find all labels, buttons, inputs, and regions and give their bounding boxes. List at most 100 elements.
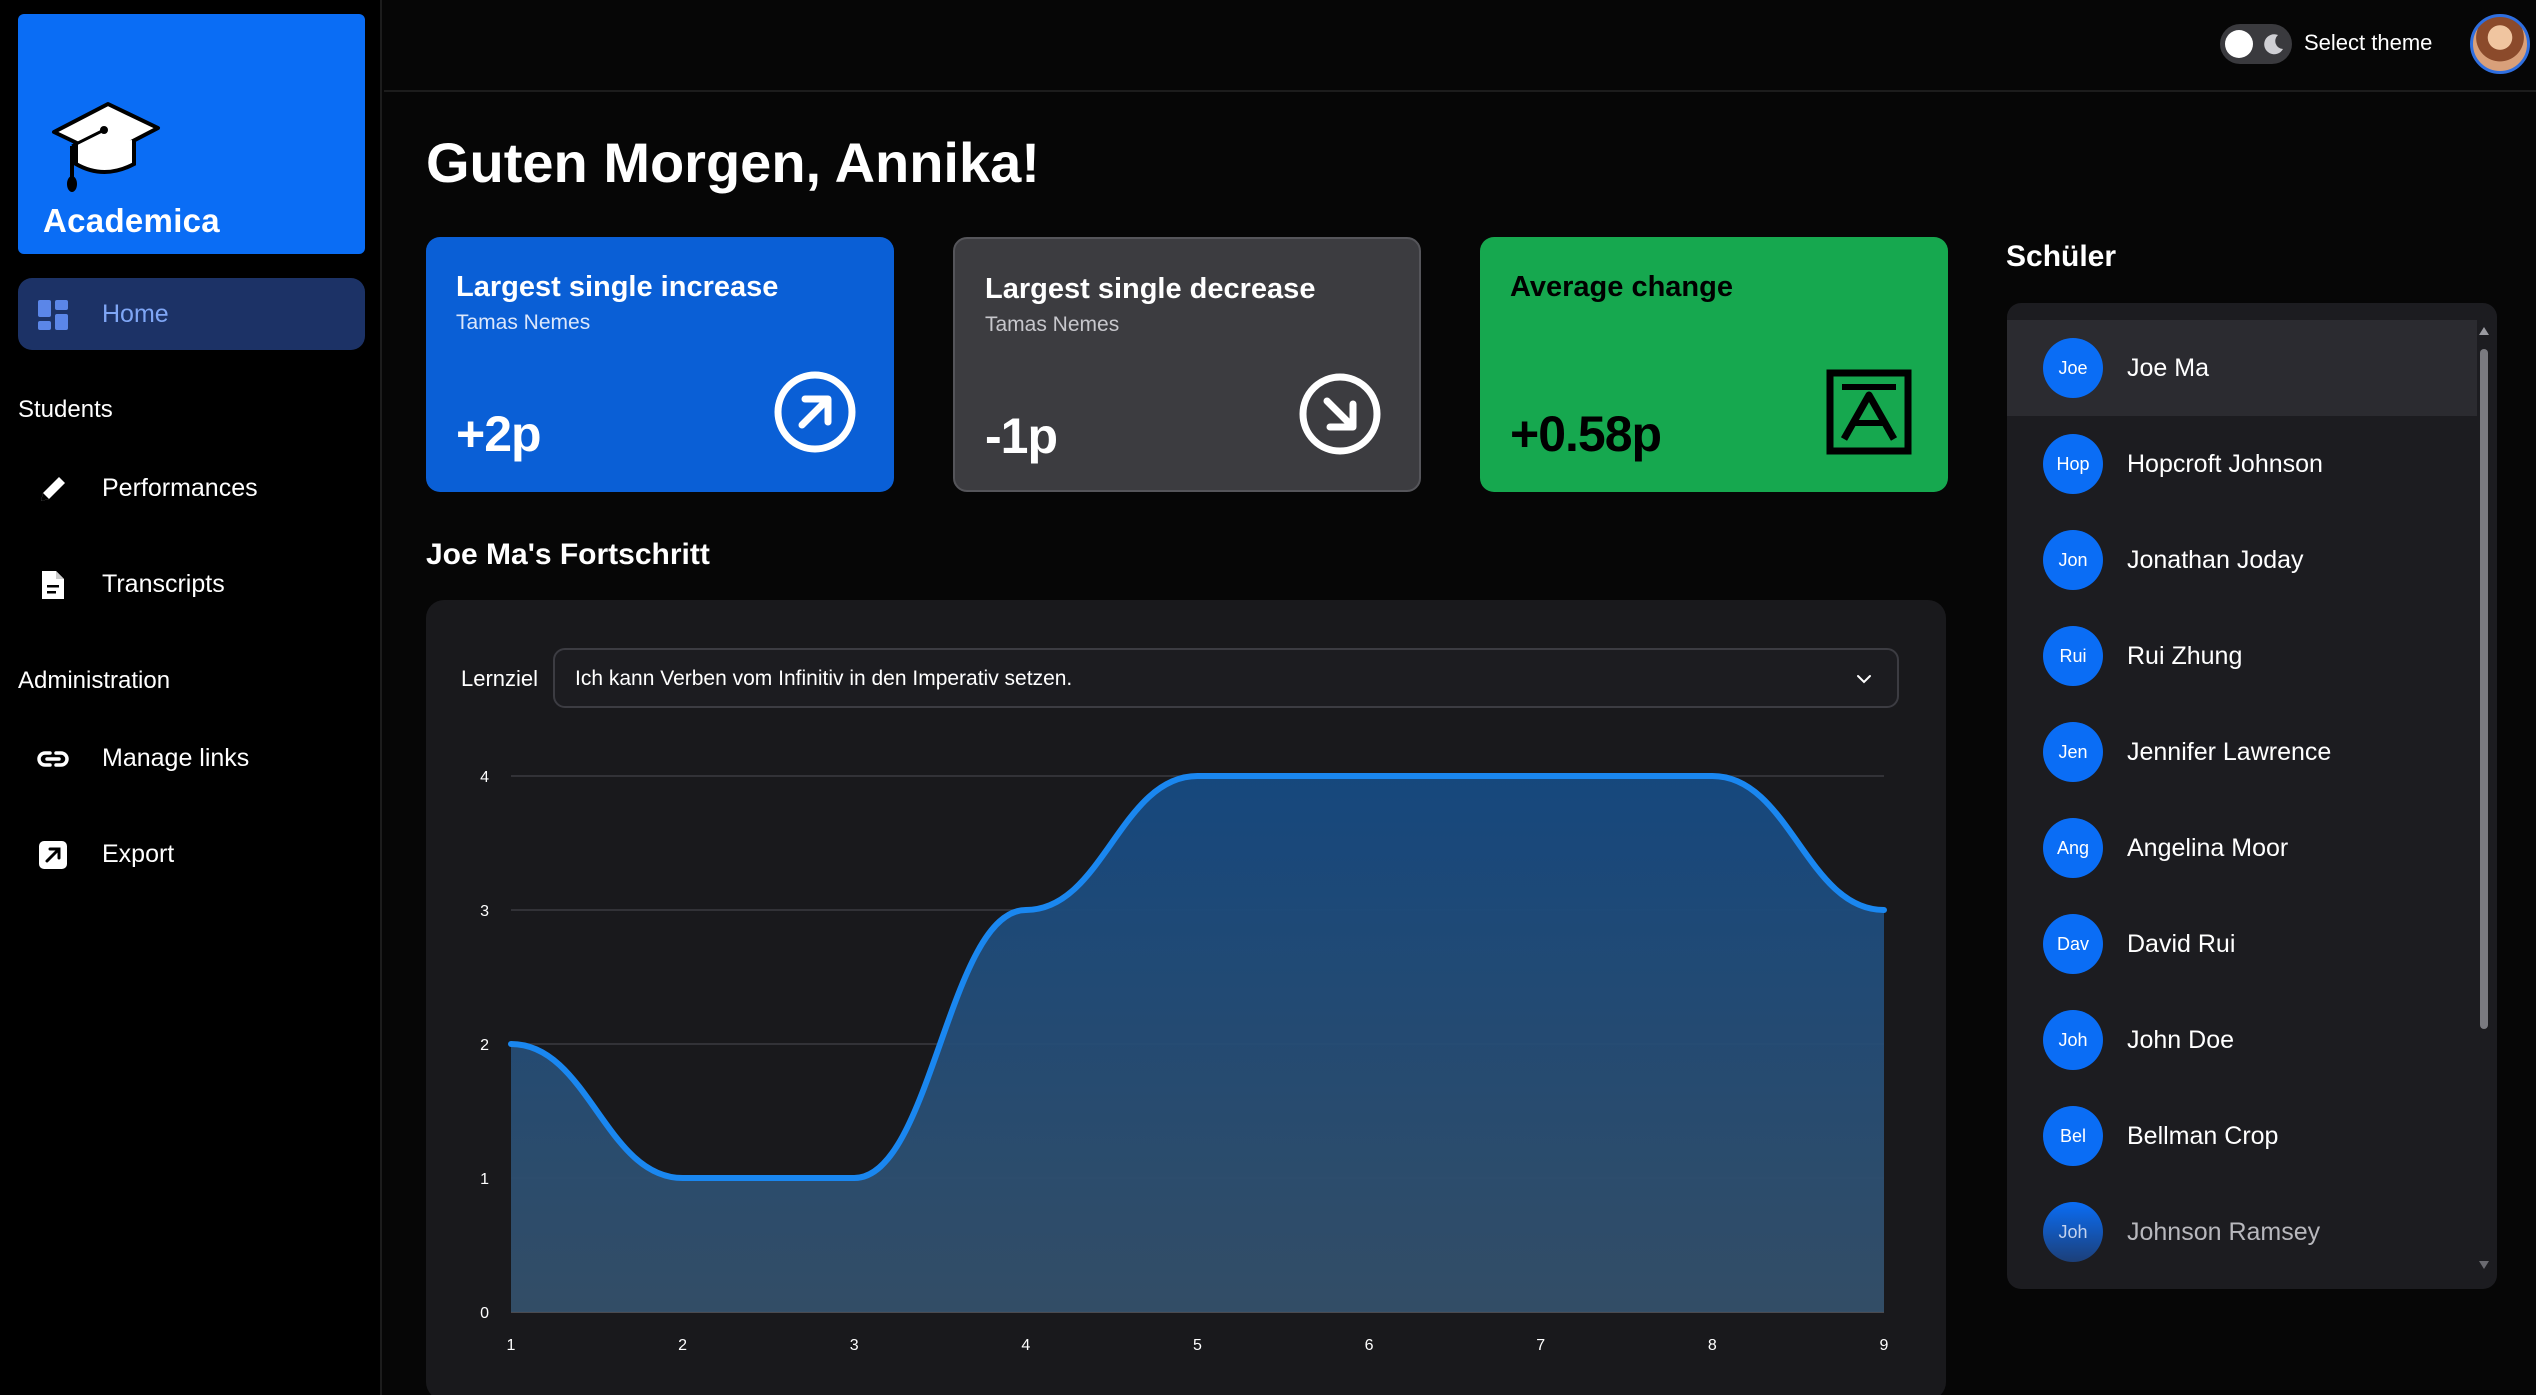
document-icon: [42, 571, 64, 599]
x-tick-label: 7: [1536, 1337, 1545, 1354]
x-tick-label: 2: [678, 1337, 687, 1354]
student-avatar: Dav: [2043, 914, 2103, 974]
x-tick-label: 8: [1708, 1337, 1717, 1354]
x-tick-label: 9: [1880, 1337, 1889, 1354]
student-name: David Rui: [2127, 930, 2236, 958]
y-tick-label: 3: [480, 903, 489, 920]
nav-manage-links[interactable]: Manage links: [18, 722, 365, 794]
x-tick-label: 1: [507, 1337, 516, 1354]
student-name: Joe Ma: [2127, 354, 2209, 382]
scrollbar-thumb[interactable]: [2480, 349, 2488, 1029]
top-bar: [384, 0, 2536, 92]
link-icon: [37, 751, 69, 767]
app-name: Academica: [43, 202, 220, 239]
students-title: Schüler: [2006, 240, 2117, 273]
scroll-up-icon[interactable]: [2479, 327, 2489, 335]
nav-export-label: Export: [102, 839, 175, 868]
student-row[interactable]: Ang Angelina Moor: [2007, 800, 2477, 896]
nav-export[interactable]: Export: [18, 818, 365, 890]
student-row[interactable]: Joe Joe Ma: [2007, 320, 2477, 416]
arrow-up-right-circle-icon: [774, 371, 856, 453]
user-avatar[interactable]: [2470, 14, 2530, 74]
export-icon: [39, 841, 67, 869]
chart-section-title: Joe Ma's Fortschritt: [426, 538, 710, 571]
student-name: Angelina Moor: [2127, 834, 2289, 862]
stat-card-average-change: Average change +0.58p: [1480, 237, 1948, 492]
goal-select-value: Ich kann Verben vom Infinitiv in den Imp…: [575, 667, 1073, 690]
student-row[interactable]: Bel Bellman Crop: [2007, 1088, 2477, 1184]
student-avatar: Bel: [2043, 1106, 2103, 1166]
y-tick-label: 4: [480, 769, 489, 786]
student-avatar: Joe: [2043, 338, 2103, 398]
student-row[interactable]: Joh John Doe: [2007, 992, 2477, 1088]
progress-chart: 0 1 2 3 4 1 2 3 4 5 6 7 8 9: [480, 769, 1889, 1354]
theme-toggle[interactable]: [2220, 24, 2292, 64]
student-avatar: Ang: [2043, 818, 2103, 878]
student-avatar: Joh: [2043, 1010, 2103, 1070]
chevron-down-icon: [1857, 675, 1871, 684]
card-subtitle: Tamas Nemes: [456, 311, 591, 334]
student-row[interactable]: Joh Johnson Ramsey: [2007, 1184, 2477, 1280]
student-name: Jonathan Joday: [2127, 546, 2304, 574]
student-avatar: Jen: [2043, 722, 2103, 782]
moon-icon: [2264, 34, 2283, 55]
graduation-cap-icon: [52, 102, 160, 192]
nav-performances[interactable]: Performances: [18, 452, 365, 524]
nav-performances-label: Performances: [102, 473, 258, 502]
x-tick-label: 3: [850, 1337, 859, 1354]
toggle-knob: [2225, 30, 2253, 58]
card-value: +2p: [456, 406, 542, 462]
card-subtitle: Tamas Nemes: [985, 313, 1120, 336]
student-avatar: Rui: [2043, 626, 2103, 686]
brand-logo-card[interactable]: Academica: [18, 14, 365, 254]
student-avatar: Hop: [2043, 434, 2103, 494]
card-title: Largest single decrease: [985, 273, 1316, 305]
y-tick-label: 1: [480, 1171, 489, 1188]
student-name: Johnson Ramsey: [2127, 1218, 2321, 1246]
student-name: Jennifer Lawrence: [2127, 738, 2332, 766]
scroll-down-icon[interactable]: [2479, 1261, 2489, 1269]
section-administration-label: Administration: [18, 667, 171, 694]
stat-card-largest-increase: Largest single increase Tamas Nemes +2p: [426, 237, 894, 492]
y-tick-label: 2: [480, 1037, 489, 1054]
nav-home-label: Home: [102, 299, 169, 328]
dashboard-icon: [38, 300, 68, 330]
goal-label: Lernziel: [461, 666, 539, 691]
nav-home[interactable]: Home: [18, 278, 365, 350]
x-tick-label: 6: [1365, 1337, 1374, 1354]
card-title: Largest single increase: [456, 271, 779, 303]
student-name: Rui Zhung: [2127, 642, 2243, 670]
x-tick-label: 4: [1021, 1337, 1030, 1354]
nav-transcripts-label: Transcripts: [102, 569, 225, 598]
sidebar: Academica Home Students Performances Tra…: [0, 0, 382, 1395]
card-title: Average change: [1510, 271, 1733, 303]
scrollbar[interactable]: [2477, 323, 2491, 1273]
card-value: +0.58p: [1510, 406, 1662, 462]
stat-card-largest-decrease: Largest single decrease Tamas Nemes -1p: [953, 237, 1421, 492]
pencil-icon: [41, 477, 65, 501]
student-name: John Doe: [2127, 1026, 2235, 1054]
app: Academica Home Students Performances Tra…: [0, 0, 2536, 1395]
students-list: Joh Johnson Ramsey Bel Bellman Crop Joh John …: [2007, 303, 2497, 1289]
student-row[interactable]: Dav David Rui: [2007, 896, 2477, 992]
student-avatar: Jon: [2043, 530, 2103, 590]
nav-manage-links-label: Manage links: [102, 743, 250, 772]
section-students-label: Students: [18, 396, 113, 423]
theme-label: Select theme: [2304, 30, 2433, 55]
y-tick-label: 0: [480, 1305, 489, 1322]
student-name: Bellman Crop: [2127, 1122, 2279, 1150]
goal-select[interactable]: Ich kann Verben vom Infinitiv in den Imp…: [553, 648, 1899, 708]
student-row[interactable]: Rui Rui Zhung: [2007, 608, 2477, 704]
average-icon: [1826, 369, 1912, 455]
student-row[interactable]: Hop Hopcroft Johnson: [2007, 416, 2477, 512]
x-tick-label: 5: [1193, 1337, 1202, 1354]
card-value: -1p: [985, 408, 1058, 464]
chart-panel: Lernziel Ich kann Verben vom Infinitiv i…: [426, 600, 1946, 1395]
arrow-down-right-circle-icon: [1299, 373, 1381, 455]
student-avatar: Joh: [2043, 1202, 2103, 1262]
student-row[interactable]: Jon Jonathan Joday: [2007, 512, 2477, 608]
student-row[interactable]: Jen Jennifer Lawrence: [2007, 704, 2477, 800]
page-title: Guten Morgen, Annika!: [426, 131, 1040, 194]
nav-transcripts[interactable]: Transcripts: [18, 548, 365, 620]
student-name: Hopcroft Johnson: [2127, 450, 2323, 478]
